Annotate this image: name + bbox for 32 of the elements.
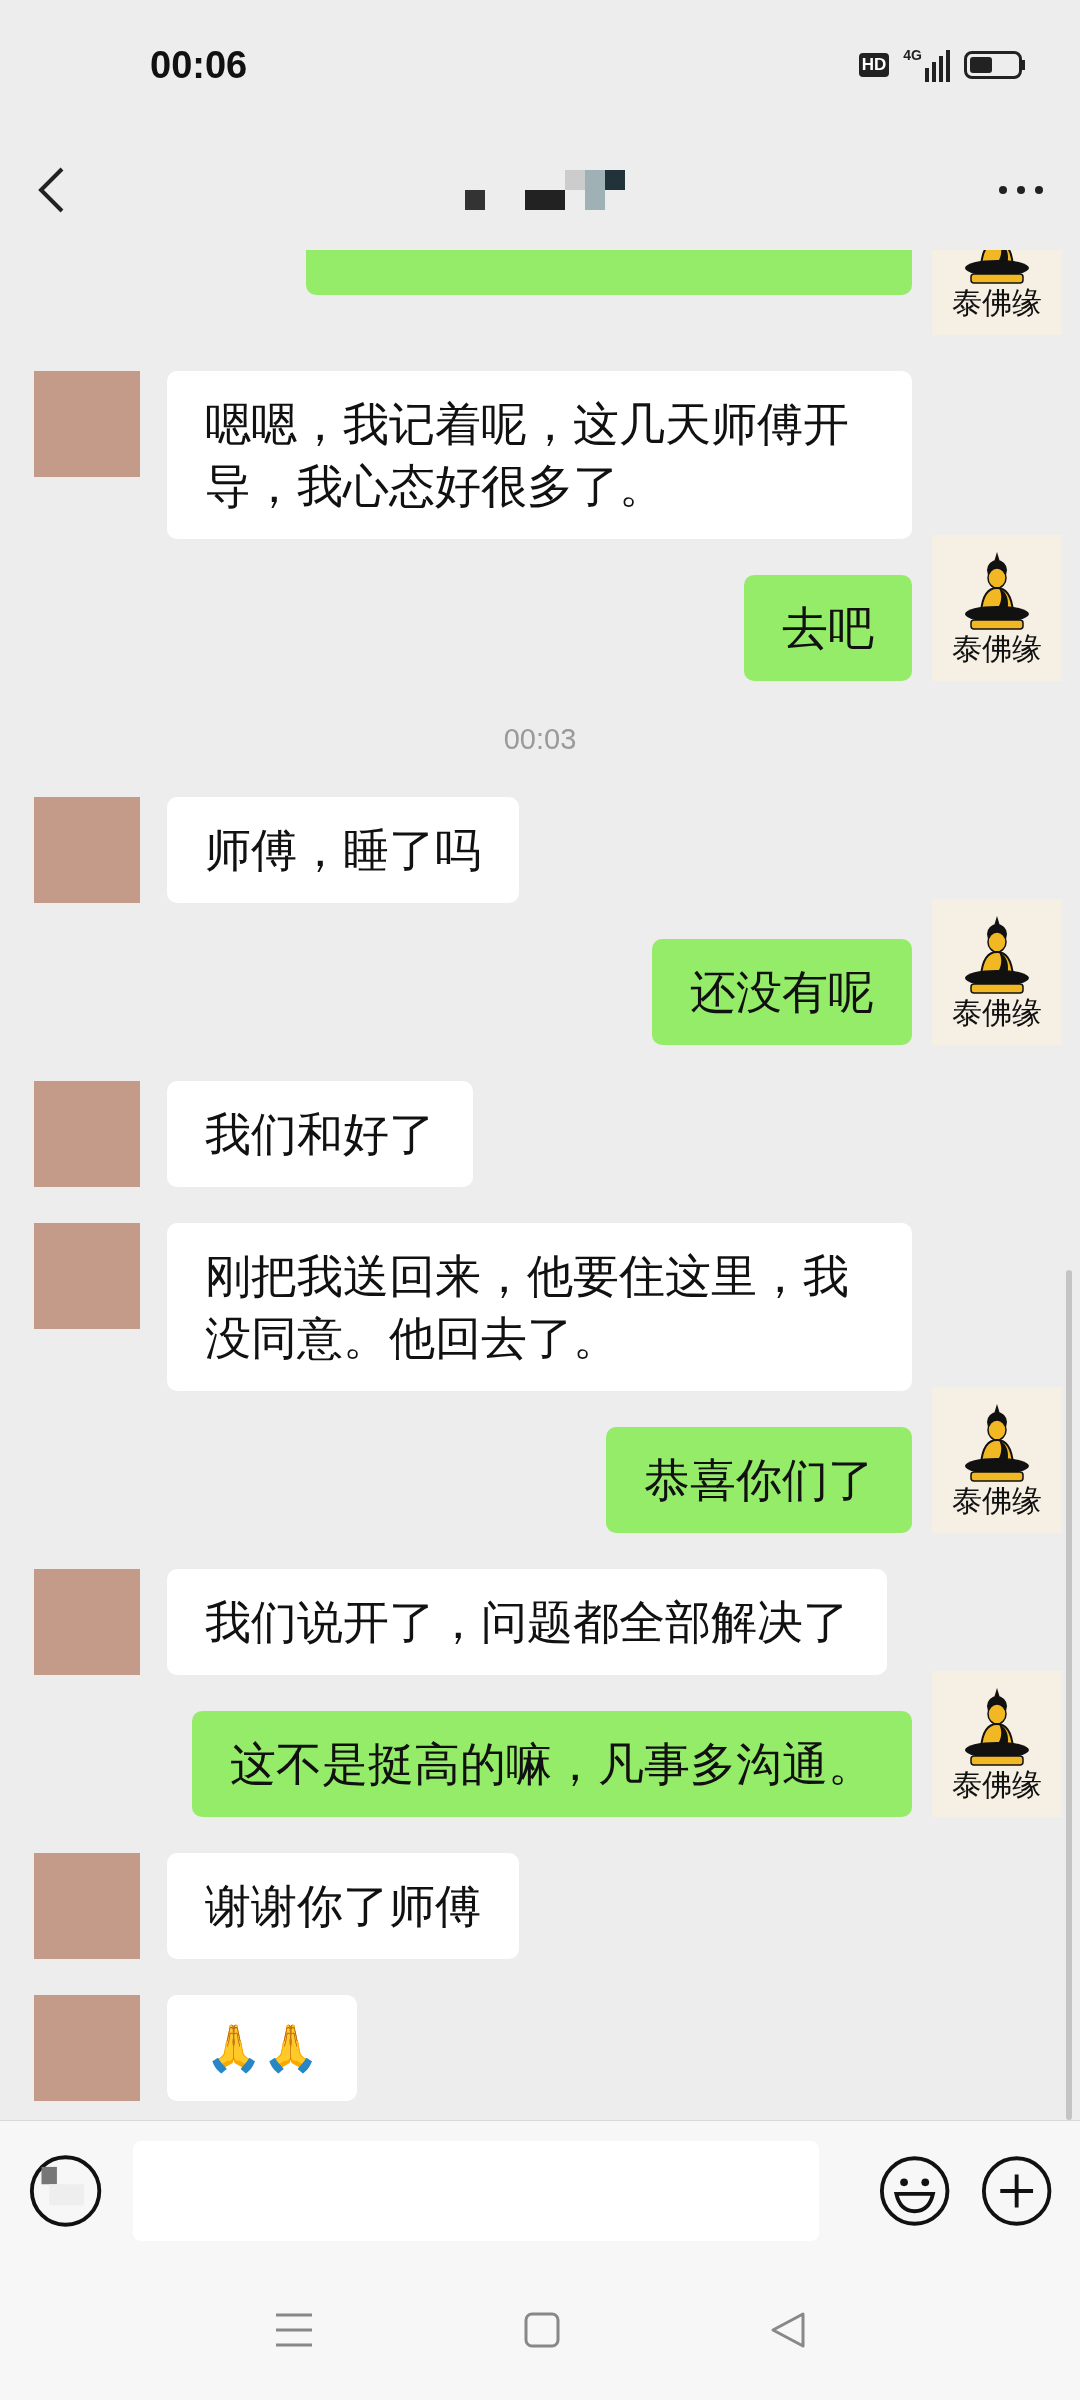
home-icon[interactable]: [524, 2312, 560, 2348]
message-bubble: 嗯嗯，我记着呢，这几天师傅开导，我心态好很多了。: [167, 371, 912, 539]
message-bubble: 师傅，睡了吗: [167, 797, 519, 903]
message-bubble: 我们说开了，问题都全部解决了: [167, 1569, 887, 1675]
avatar-label: 泰佛缘: [952, 996, 1042, 1030]
hd-badge: HD: [858, 53, 890, 77]
timestamp: 00:03: [503, 722, 577, 757]
message-bubble: 去吧: [744, 575, 912, 681]
avatar[interactable]: 泰佛缘: [932, 899, 1062, 1045]
avatar[interactable]: 泰佛缘: [932, 1671, 1062, 1817]
avatar-label: 泰佛缘: [952, 632, 1042, 666]
menu-icon[interactable]: [274, 2312, 314, 2348]
emoji-icon[interactable]: [879, 2153, 951, 2228]
avatar[interactable]: 泰佛缘: [932, 1387, 1062, 1533]
message-bubble: 还没有呢: [652, 939, 912, 1045]
message-bubble: 刚把我送回来，他要住这里，我没同意。他回去了。: [167, 1223, 912, 1391]
avatar-label: 泰佛缘: [952, 1768, 1042, 1802]
back-nav-icon[interactable]: [770, 2311, 806, 2349]
avatar[interactable]: 泰佛缘: [932, 535, 1062, 681]
battery-icon: [964, 51, 1025, 79]
message-bubble: 这不是挺高的嘛，凡事多沟通。: [192, 1711, 912, 1817]
message-bubble: 恭喜你们了: [606, 1427, 912, 1533]
avatar-label: 泰佛缘: [952, 1484, 1042, 1518]
message-bubble: 我们和好了: [167, 1081, 473, 1187]
avatar[interactable]: 泰佛缘: [932, 250, 1062, 335]
status-time: 00:06: [150, 42, 248, 88]
plus-icon[interactable]: [980, 2153, 1052, 2228]
message-bubble: 🙏🙏: [167, 1995, 357, 2101]
more-icon[interactable]: [998, 185, 1044, 195]
message-bubble: 谢谢你了师傅: [167, 1853, 519, 1959]
back-icon[interactable]: [36, 166, 66, 214]
avatar-label: 泰佛缘: [952, 286, 1042, 320]
